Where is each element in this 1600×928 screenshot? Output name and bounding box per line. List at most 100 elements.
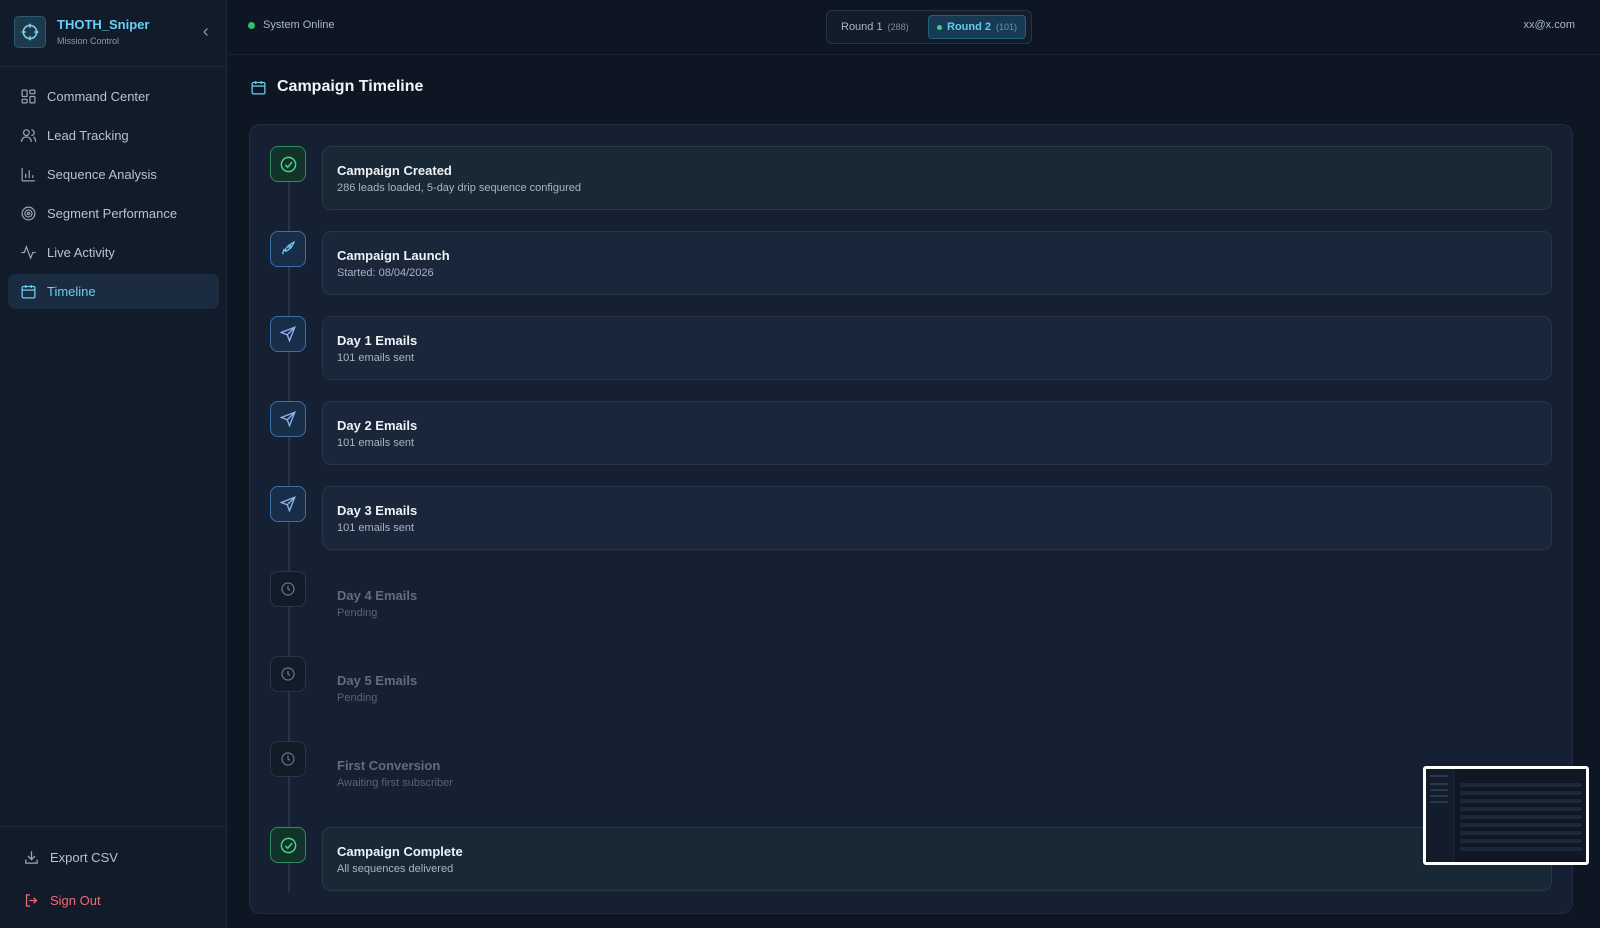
sidebar-item-lead-tracking[interactable]: Lead Tracking bbox=[8, 118, 219, 153]
bar-chart-icon bbox=[19, 166, 37, 184]
chevron-left-icon bbox=[203, 28, 208, 36]
clock-icon bbox=[270, 741, 306, 777]
send-icon bbox=[270, 486, 306, 522]
sidebar-item-label: Command Center bbox=[47, 89, 150, 104]
sidebar-item-segment-performance[interactable]: Segment Performance bbox=[8, 196, 219, 231]
event-card: First Conversion Awaiting first subscrib… bbox=[322, 741, 1552, 805]
page-header: Campaign Timeline bbox=[249, 78, 423, 96]
event-subtitle: 286 leads loaded, 5-day drip sequence co… bbox=[337, 182, 582, 194]
activity-icon bbox=[19, 244, 37, 262]
thumbnail-row bbox=[1460, 831, 1582, 835]
event-subtitle: 101 emails sent bbox=[337, 522, 415, 534]
thumbnail-line bbox=[1430, 789, 1448, 791]
event-subtitle: Awaiting first subscriber bbox=[337, 777, 453, 789]
round-2-button[interactable]: Round 2 (101) bbox=[928, 15, 1027, 39]
sidebar-item-live-activity[interactable]: Live Activity bbox=[8, 235, 219, 270]
event-card: Day 2 Emails 101 emails sent bbox=[322, 401, 1552, 465]
event-card: Day 5 Emails Pending bbox=[322, 656, 1552, 720]
event-card: Campaign Created 286 leads loaded, 5-day… bbox=[322, 146, 1552, 210]
timeline-event-day-1-emails: Day 1 Emails 101 emails sent bbox=[270, 316, 1552, 380]
screenshot-preview-thumbnail[interactable] bbox=[1423, 766, 1589, 865]
thumbnail-row bbox=[1460, 791, 1582, 795]
event-title: First Conversion bbox=[337, 758, 441, 773]
event-title: Day 4 Emails bbox=[337, 588, 418, 603]
export-csv-button[interactable]: Export CSV bbox=[22, 846, 118, 868]
sidebar-item-timeline[interactable]: Timeline bbox=[8, 274, 219, 309]
app-subtitle: Mission Control bbox=[57, 36, 120, 46]
sidebar-item-label: Timeline bbox=[47, 284, 96, 299]
event-title: Day 3 Emails bbox=[337, 503, 418, 518]
event-subtitle: Pending bbox=[337, 607, 378, 619]
logout-icon bbox=[22, 891, 40, 909]
thumbnail-line bbox=[1430, 795, 1448, 797]
brand-header: THOTH_Sniper Mission Control bbox=[0, 0, 227, 67]
active-dot-icon bbox=[937, 24, 942, 30]
round-switcher: Round 1 (288) Round 2 (101) bbox=[826, 10, 1032, 44]
app-title: THOTH_Sniper bbox=[57, 17, 150, 32]
status-text: System Online bbox=[263, 19, 335, 31]
top-bar: System Online Round 1 (288) Round 2 (101… bbox=[228, 0, 1600, 55]
timeline-event-day-4-emails: Day 4 Emails Pending bbox=[270, 571, 1552, 635]
send-icon bbox=[270, 401, 306, 437]
sidebar-item-sequence-analysis[interactable]: Sequence Analysis bbox=[8, 157, 219, 192]
download-icon bbox=[22, 848, 40, 866]
thumbnail-sidebar bbox=[1426, 769, 1454, 862]
thumbnail-row bbox=[1460, 783, 1582, 787]
check-circle-icon bbox=[270, 827, 306, 863]
event-card: Campaign Complete All sequences delivere… bbox=[322, 827, 1552, 891]
event-title: Day 1 Emails bbox=[337, 333, 418, 348]
thumbnail-row bbox=[1460, 815, 1582, 819]
thumbnail-row bbox=[1460, 823, 1582, 827]
event-title: Day 2 Emails bbox=[337, 418, 418, 433]
clock-icon bbox=[270, 656, 306, 692]
sign-out-button[interactable]: Sign Out bbox=[22, 889, 101, 911]
thumbnail-row bbox=[1460, 799, 1582, 803]
timeline-event-campaign-created: Campaign Created 286 leads loaded, 5-day… bbox=[270, 146, 1552, 210]
user-email[interactable]: xx@x.com bbox=[1523, 19, 1575, 31]
target-icon bbox=[19, 205, 37, 223]
sidebar-nav: Command Center Lead Tracking Sequence An… bbox=[8, 79, 219, 313]
thumbnail-row bbox=[1460, 847, 1582, 851]
sidebar-item-command-center[interactable]: Command Center bbox=[8, 79, 219, 114]
timeline-event-day-3-emails: Day 3 Emails 101 emails sent bbox=[270, 486, 1552, 550]
round-label: Round 2 bbox=[947, 21, 991, 33]
event-subtitle: Started: 08/04/2026 bbox=[337, 267, 434, 279]
sidebar-item-label: Sequence Analysis bbox=[47, 167, 157, 182]
timeline-event-day-5-emails: Day 5 Emails Pending bbox=[270, 656, 1552, 720]
check-circle-icon bbox=[270, 146, 306, 182]
grid-icon bbox=[19, 88, 37, 106]
sidebar: THOTH_Sniper Mission Control Command Cen… bbox=[0, 0, 227, 928]
event-title: Campaign Launch bbox=[337, 248, 450, 263]
event-subtitle: All sequences delivered bbox=[337, 863, 454, 875]
event-title: Day 5 Emails bbox=[337, 673, 418, 688]
send-icon bbox=[270, 316, 306, 352]
calendar-icon bbox=[249, 78, 267, 96]
thumbnail-line bbox=[1430, 783, 1448, 785]
thumbnail-row bbox=[1460, 807, 1582, 811]
calendar-icon bbox=[19, 283, 37, 301]
event-card: Day 3 Emails 101 emails sent bbox=[322, 486, 1552, 550]
event-subtitle: 101 emails sent bbox=[337, 437, 415, 449]
rocket-icon bbox=[270, 231, 306, 267]
page-title: Campaign Timeline bbox=[277, 78, 424, 95]
round-1-button[interactable]: Round 1 (288) bbox=[833, 15, 917, 39]
event-title: Campaign Complete bbox=[337, 844, 463, 859]
event-title: Campaign Created bbox=[337, 163, 452, 178]
timeline-event-campaign-launch: Campaign Launch Started: 08/04/2026 bbox=[270, 231, 1552, 295]
system-status: System Online bbox=[248, 19, 335, 31]
collapse-sidebar-button[interactable] bbox=[198, 24, 214, 40]
event-card: Day 4 Emails Pending bbox=[322, 571, 1552, 635]
round-count: (101) bbox=[996, 22, 1018, 32]
event-subtitle: 101 emails sent bbox=[337, 352, 415, 364]
timeline-event-day-2-emails: Day 2 Emails 101 emails sent bbox=[270, 401, 1552, 465]
event-card: Campaign Launch Started: 08/04/2026 bbox=[322, 231, 1552, 295]
sidebar-item-label: Lead Tracking bbox=[47, 128, 129, 143]
sidebar-item-label: Live Activity bbox=[47, 245, 115, 260]
thumbnail-row bbox=[1460, 839, 1582, 843]
round-label: Round 1 bbox=[841, 21, 883, 33]
sidebar-item-label: Segment Performance bbox=[47, 206, 178, 221]
round-count: (288) bbox=[887, 22, 909, 32]
event-card: Day 1 Emails 101 emails sent bbox=[322, 316, 1552, 380]
users-icon bbox=[19, 127, 37, 145]
crosshair-logo-icon bbox=[14, 16, 46, 48]
